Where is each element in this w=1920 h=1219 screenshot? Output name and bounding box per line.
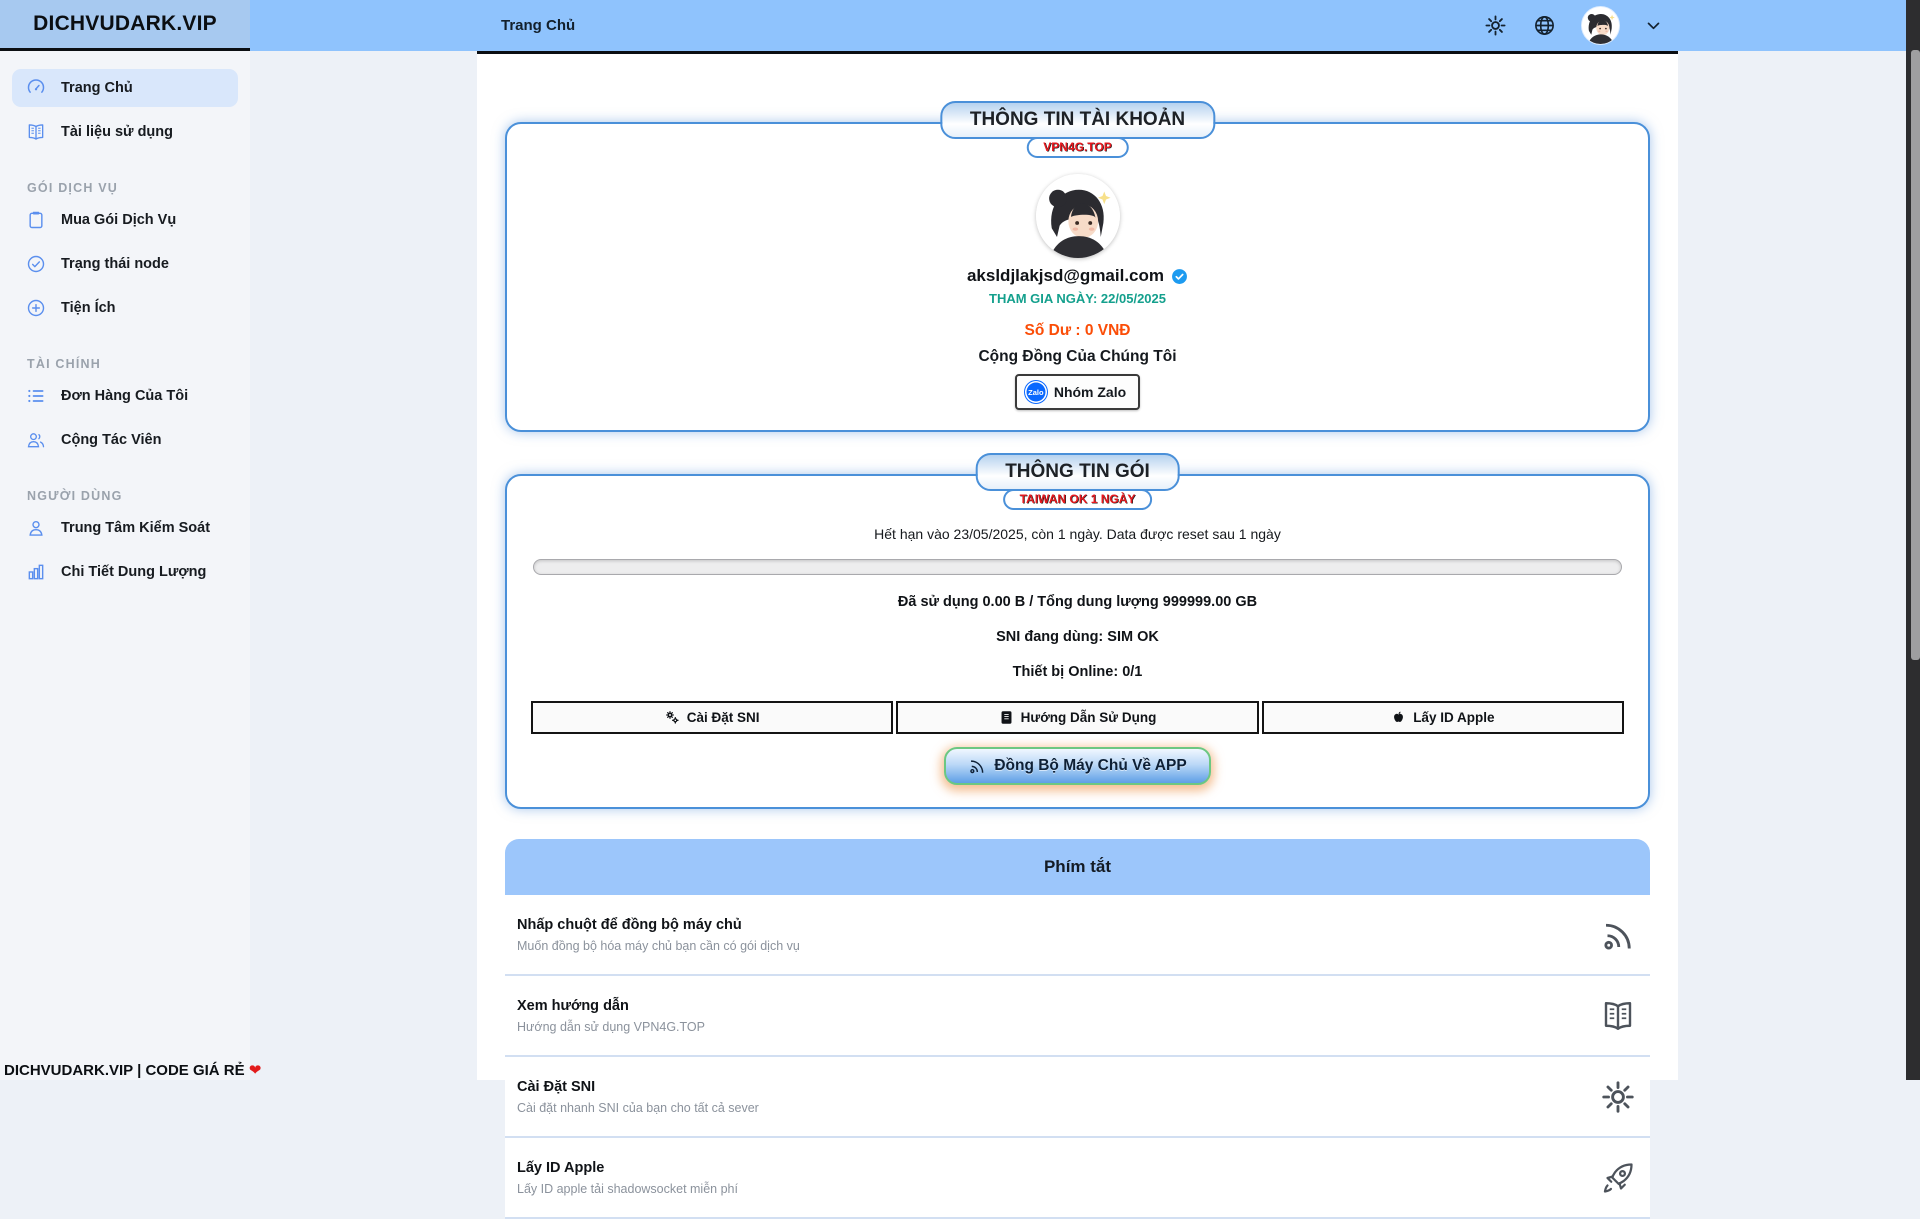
sidebar-item-label: Mua Gói Dịch Vụ — [61, 212, 176, 228]
package-card-title: THÔNG TIN GÓI — [975, 453, 1180, 491]
package-devices-text: Thiết bị Online: 0/1 — [531, 664, 1624, 680]
sidebar-item-trang-thai-node[interactable]: Trạng thái node — [12, 245, 238, 283]
account-card-badge: VPN4G.TOP — [1026, 137, 1128, 158]
rocket-icon — [1600, 1160, 1636, 1196]
page-column: THÔNG TIN TÀI KHOẢN VPN4G.TOP aksldjlakj… — [477, 51, 1678, 1080]
top-bar-main: Trang Chủ — [250, 0, 1920, 51]
sidebar-item-label: Trang Chủ — [61, 80, 133, 96]
sidebar-item-label: Tiện Ích — [61, 300, 116, 316]
sidebar-item-mua-goi[interactable]: Mua Gói Dịch Vụ — [12, 201, 238, 239]
people-icon — [26, 430, 46, 450]
settings-gear-icon[interactable] — [1484, 14, 1507, 37]
apple-icon — [1391, 710, 1406, 725]
shortcut-get-apple-id[interactable]: Lấy ID Apple Lấy ID apple tải shadowsock… — [505, 1138, 1650, 1219]
sidebar: Trang Chủ Tài liệu sử dụng GÓI DỊCH VỤ M… — [0, 51, 250, 1080]
clipboard-icon — [26, 210, 46, 230]
sync-server-to-app-button[interactable]: Đồng Bộ Máy Chủ Về APP — [944, 747, 1210, 785]
gears-icon — [665, 710, 680, 725]
book-icon — [26, 122, 46, 142]
open-book-icon — [1600, 998, 1636, 1034]
sidebar-item-label: Đơn Hàng Của Tôi — [61, 388, 188, 404]
rss-icon — [968, 757, 986, 775]
sidebar-item-label: Trung Tâm Kiểm Soát — [61, 520, 210, 536]
scrollbar-thumb[interactable] — [1911, 50, 1920, 660]
sidebar-item-trung-tam-kiem-soat[interactable]: Trung Tâm Kiểm Soát — [12, 509, 238, 547]
sidebar-item-label: Trạng thái node — [61, 256, 169, 272]
package-info-card: THÔNG TIN GÓI TAIWAN OK 1 NGÀY Hết hạn v… — [505, 474, 1650, 809]
account-card-title: THÔNG TIN TÀI KHOẢN — [940, 101, 1215, 139]
sidebar-section-tai-chinh: TÀI CHÍNH — [27, 357, 223, 371]
app-logo: DICHVUDARK.VIP — [0, 0, 250, 51]
sidebar-item-tai-lieu[interactable]: Tài liệu sử dụng — [12, 113, 238, 151]
sidebar-item-cong-tac-vien[interactable]: Cộng Tác Viên — [12, 421, 238, 459]
speedometer-icon — [26, 78, 46, 98]
gear-icon — [1600, 1079, 1636, 1115]
check-circle-icon — [26, 254, 46, 274]
list-icon — [26, 386, 46, 406]
bar-chart-icon — [26, 562, 46, 582]
package-buttons-row: Cài Đặt SNI Hướng Dẫn Sử Dụng Lấy ID App… — [531, 701, 1624, 734]
shortcuts-section: Phím tắt Nhấp chuột để đồng bộ máy chủ M… — [505, 839, 1650, 1219]
chevron-down-icon[interactable] — [1645, 17, 1662, 34]
sidebar-item-chi-tiet-dung-luong[interactable]: Chi Tiết Dung Lượng — [12, 553, 238, 591]
zalo-group-button[interactable]: Zalo Nhóm Zalo — [1015, 374, 1140, 410]
footer-text: DICHVUDARK.VIP | CODE GIÁ RẺ — [4, 1062, 245, 1079]
shortcut-view-guide[interactable]: Xem hướng dẫn Hướng dẫn sử dụng VPN4G.TO… — [505, 976, 1650, 1057]
usage-guide-button[interactable]: Hướng Dẫn Sử Dụng — [896, 701, 1258, 734]
zalo-button-label: Nhóm Zalo — [1054, 384, 1126, 400]
zalo-icon: Zalo — [1025, 381, 1047, 403]
main-content: THÔNG TIN TÀI KHOẢN VPN4G.TOP aksldjlakj… — [250, 51, 1920, 1080]
package-expiry-text: Hết hạn vào 23/05/2025, còn 1 ngày. Data… — [531, 526, 1624, 542]
account-info-card: THÔNG TIN TÀI KHOẢN VPN4G.TOP aksldjlakj… — [505, 122, 1650, 432]
set-sni-button[interactable]: Cài Đặt SNI — [531, 701, 893, 734]
data-usage-progressbar — [533, 559, 1622, 575]
package-card-badge: TAIWAN OK 1 NGÀY — [1003, 489, 1153, 510]
account-joined-date: THAM GIA NGÀY: 22/05/2025 — [535, 291, 1620, 306]
sidebar-section-goi-dich-vu: GÓI DỊCH VỤ — [27, 181, 223, 195]
plus-circle-icon — [26, 298, 46, 318]
language-globe-icon[interactable] — [1533, 14, 1556, 37]
shortcut-set-sni[interactable]: Cài Đặt SNI Cài đặt nhanh SNI của bạn ch… — [505, 1057, 1650, 1138]
shortcuts-header: Phím tắt — [505, 839, 1650, 895]
sidebar-item-tien-ich[interactable]: Tiện Ích — [12, 289, 238, 327]
sidebar-item-don-hang[interactable]: Đơn Hàng Của Tôi — [12, 377, 238, 415]
shortcut-sync-server[interactable]: Nhấp chuột để đồng bộ máy chủ Muốn đồng … — [505, 895, 1650, 976]
get-apple-id-button[interactable]: Lấy ID Apple — [1262, 701, 1624, 734]
person-icon — [26, 518, 46, 538]
account-email: aksldjlakjsd@gmail.com — [535, 266, 1620, 286]
sidebar-section-nguoi-dung: NGƯỜI DÙNG — [27, 489, 223, 503]
page-title: Trang Chủ — [501, 17, 575, 34]
sidebar-item-label: Chi Tiết Dung Lượng — [61, 564, 206, 580]
manual-icon — [999, 710, 1014, 725]
top-bar: DICHVUDARK.VIP Trang Chủ — [0, 0, 1920, 51]
sidebar-item-label: Cộng Tác Viên — [61, 432, 161, 448]
user-avatar[interactable] — [1582, 7, 1619, 44]
top-bar-actions — [1484, 0, 1662, 51]
sidebar-footer: DICHVUDARK.VIP | CODE GIÁ RẺ ❤ — [4, 1061, 261, 1079]
account-avatar — [1036, 174, 1120, 258]
account-balance: Số Dư : 0 VNĐ — [535, 322, 1620, 340]
community-label: Cộng Đồng Của Chúng Tôi — [535, 348, 1620, 366]
page-scrollbar — [1906, 0, 1920, 1080]
rss-icon — [1600, 917, 1636, 953]
sidebar-item-label: Tài liệu sử dụng — [61, 124, 173, 140]
package-sni-text: SNI đang dùng: SIM OK — [531, 629, 1624, 645]
verified-badge-icon — [1171, 268, 1188, 285]
sidebar-item-trang-chu[interactable]: Trang Chủ — [12, 69, 238, 107]
package-usage-text: Đã sử dụng 0.00 B / Tổng dung lượng 9999… — [531, 594, 1624, 610]
